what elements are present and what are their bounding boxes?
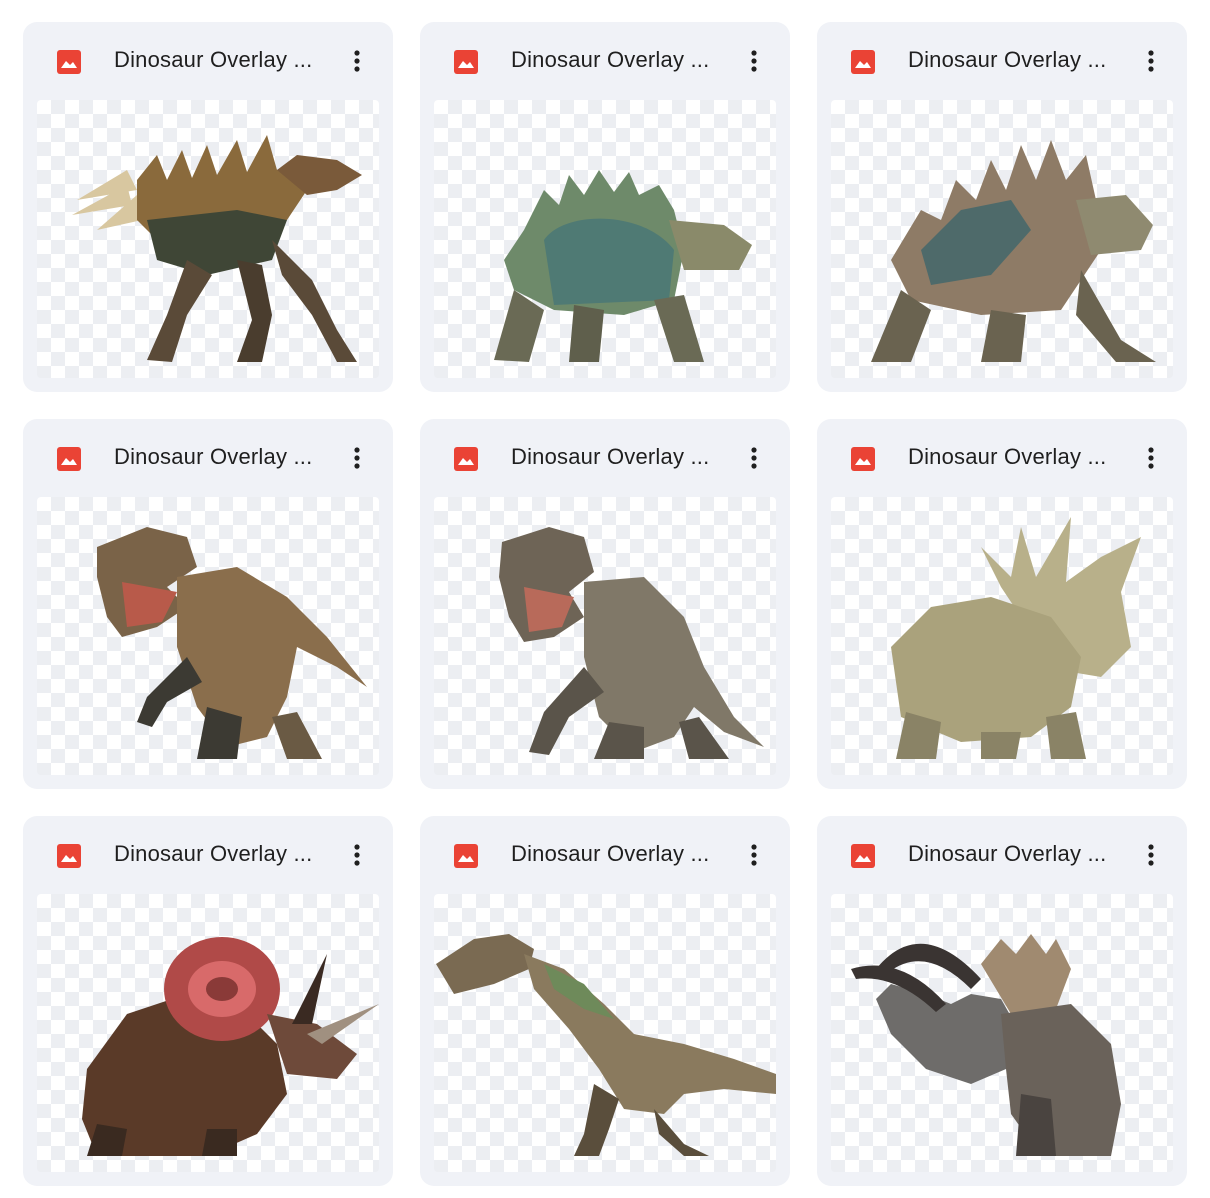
image-file-icon — [851, 844, 875, 868]
image-file-icon — [851, 50, 875, 74]
file-title[interactable]: Dinosaur Overlay ... — [114, 444, 312, 470]
more-options-icon[interactable] — [1139, 46, 1163, 76]
file-card-header: Dinosaur Overlay ... — [817, 816, 1187, 894]
file-card-header: Dinosaur Overlay ... — [817, 419, 1187, 497]
file-grid: Dinosaur Overlay ... Dinosaur Overlay ..… — [0, 0, 1210, 1198]
dinosaur-image — [82, 937, 379, 1156]
dinosaur-image — [494, 170, 752, 362]
file-card-header: Dinosaur Overlay ... — [817, 22, 1187, 100]
dinosaur-image — [436, 934, 776, 1156]
file-title[interactable]: Dinosaur Overlay ... — [511, 47, 709, 73]
file-card[interactable]: Dinosaur Overlay ... — [23, 419, 393, 789]
file-card[interactable]: Dinosaur Overlay ... — [420, 816, 790, 1186]
file-title[interactable]: Dinosaur Overlay ... — [511, 444, 709, 470]
image-file-icon — [57, 844, 81, 868]
file-card-header: Dinosaur Overlay ... — [23, 22, 393, 100]
image-thumbnail[interactable] — [434, 497, 776, 775]
image-thumbnail[interactable] — [37, 497, 379, 775]
file-title[interactable]: Dinosaur Overlay ... — [908, 444, 1106, 470]
file-card[interactable]: Dinosaur Overlay ... — [23, 22, 393, 392]
file-card[interactable]: Dinosaur Overlay ... — [817, 419, 1187, 789]
dinosaur-image — [871, 140, 1156, 362]
file-card[interactable]: Dinosaur Overlay ... — [420, 419, 790, 789]
image-file-icon — [57, 50, 81, 74]
file-card[interactable]: Dinosaur Overlay ... — [23, 816, 393, 1186]
file-card-header: Dinosaur Overlay ... — [23, 419, 393, 497]
more-options-icon[interactable] — [742, 46, 766, 76]
file-card-header: Dinosaur Overlay ... — [420, 419, 790, 497]
more-options-icon[interactable] — [345, 443, 369, 473]
more-options-icon[interactable] — [1139, 443, 1163, 473]
file-title[interactable]: Dinosaur Overlay ... — [908, 47, 1106, 73]
more-options-icon[interactable] — [1139, 840, 1163, 870]
file-card[interactable]: Dinosaur Overlay ... — [817, 22, 1187, 392]
image-file-icon — [454, 844, 478, 868]
image-thumbnail[interactable] — [434, 894, 776, 1172]
image-file-icon — [851, 447, 875, 471]
image-file-icon — [454, 50, 478, 74]
image-thumbnail[interactable] — [434, 100, 776, 378]
more-options-icon[interactable] — [345, 840, 369, 870]
image-thumbnail[interactable] — [831, 894, 1173, 1172]
file-card[interactable]: Dinosaur Overlay ... — [817, 816, 1187, 1186]
image-thumbnail[interactable] — [831, 497, 1173, 775]
image-thumbnail[interactable] — [37, 894, 379, 1172]
dinosaur-image — [72, 135, 362, 362]
dinosaur-image — [851, 934, 1121, 1156]
file-card[interactable]: Dinosaur Overlay ... — [420, 22, 790, 392]
file-title[interactable]: Dinosaur Overlay ... — [908, 841, 1106, 867]
file-card-header: Dinosaur Overlay ... — [23, 816, 393, 894]
dinosaur-image — [499, 527, 764, 759]
dinosaur-image — [97, 527, 367, 759]
file-title[interactable]: Dinosaur Overlay ... — [114, 841, 312, 867]
file-card-header: Dinosaur Overlay ... — [420, 816, 790, 894]
more-options-icon[interactable] — [742, 840, 766, 870]
file-title[interactable]: Dinosaur Overlay ... — [511, 841, 709, 867]
more-options-icon[interactable] — [742, 443, 766, 473]
file-title[interactable]: Dinosaur Overlay ... — [114, 47, 312, 73]
image-thumbnail[interactable] — [831, 100, 1173, 378]
dinosaur-image — [891, 517, 1141, 759]
more-options-icon[interactable] — [345, 46, 369, 76]
image-thumbnail[interactable] — [37, 100, 379, 378]
image-file-icon — [454, 447, 478, 471]
file-card-header: Dinosaur Overlay ... — [420, 22, 790, 100]
image-file-icon — [57, 447, 81, 471]
